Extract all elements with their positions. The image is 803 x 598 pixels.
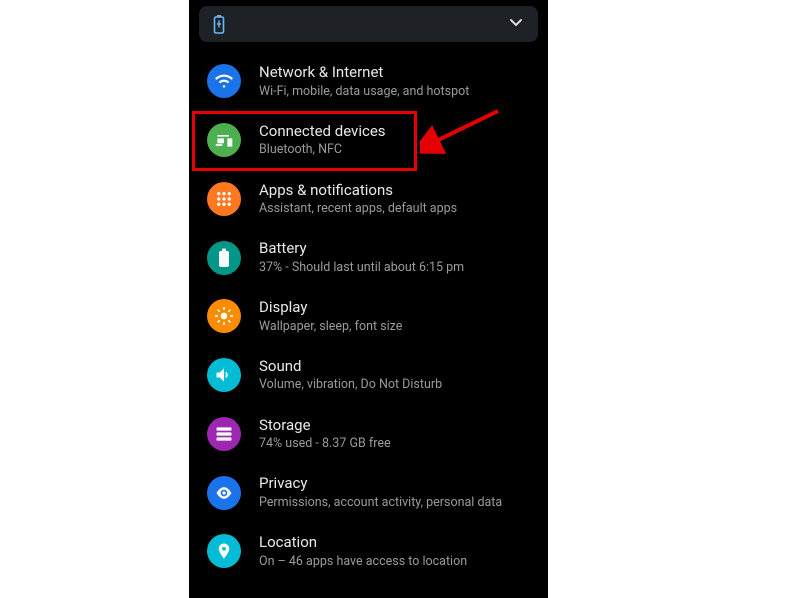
settings-title: Display — [259, 298, 530, 318]
suggestion-banner[interactable] — [199, 6, 538, 42]
settings-title: Privacy — [259, 474, 530, 494]
settings-item-apps[interactable]: Apps & notifications Assistant, recent a… — [189, 170, 548, 229]
settings-item-display[interactable]: Display Wallpaper, sleep, font size — [189, 287, 548, 346]
settings-item-connected[interactable]: Connected devices Bluetooth, NFC — [189, 111, 548, 170]
settings-title: Connected devices — [259, 122, 530, 142]
settings-subtitle: Volume, vibration, Do Not Disturb — [259, 377, 530, 393]
sound-icon — [207, 358, 241, 392]
settings-text: Location On – 46 apps have access to loc… — [259, 533, 530, 570]
chevron-down-icon — [508, 14, 524, 34]
settings-subtitle: Wi-Fi, mobile, data usage, and hotspot — [259, 84, 530, 100]
settings-subtitle: 74% used - 8.37 GB free — [259, 436, 530, 452]
settings-subtitle: Wallpaper, sleep, font size — [259, 319, 530, 335]
settings-subtitle: Bluetooth, NFC — [259, 142, 530, 158]
settings-text: Network & Internet Wi-Fi, mobile, data u… — [259, 63, 530, 100]
settings-subtitle: 37% - Should last until about 6:15 pm — [259, 260, 530, 276]
location-icon — [207, 534, 241, 568]
settings-item-network[interactable]: Network & Internet Wi-Fi, mobile, data u… — [189, 52, 548, 111]
settings-text: Storage 74% used - 8.37 GB free — [259, 416, 530, 453]
settings-subtitle: On – 46 apps have access to location — [259, 554, 530, 570]
settings-title: Storage — [259, 416, 530, 436]
settings-text: Sound Volume, vibration, Do Not Disturb — [259, 357, 530, 394]
settings-item-privacy[interactable]: Privacy Permissions, account activity, p… — [189, 463, 548, 522]
devices-icon — [207, 123, 241, 157]
settings-subtitle: Permissions, account activity, personal … — [259, 495, 530, 511]
privacy-icon — [207, 476, 241, 510]
display-icon — [207, 299, 241, 333]
settings-title: Apps & notifications — [259, 181, 530, 201]
settings-title: Location — [259, 533, 530, 553]
android-settings-screen: Network & Internet Wi-Fi, mobile, data u… — [189, 0, 548, 598]
settings-text: Connected devices Bluetooth, NFC — [259, 122, 530, 159]
battery-outline-icon — [213, 14, 225, 34]
wifi-icon — [207, 64, 241, 98]
settings-title: Battery — [259, 239, 530, 259]
settings-item-location[interactable]: Location On – 46 apps have access to loc… — [189, 522, 548, 581]
storage-icon — [207, 417, 241, 451]
settings-subtitle: Assistant, recent apps, default apps — [259, 201, 530, 217]
settings-title: Network & Internet — [259, 63, 530, 83]
settings-item-battery[interactable]: Battery 37% - Should last until about 6:… — [189, 228, 548, 287]
apps-icon — [207, 182, 241, 216]
settings-item-storage[interactable]: Storage 74% used - 8.37 GB free — [189, 405, 548, 464]
settings-text: Apps & notifications Assistant, recent a… — [259, 181, 530, 218]
settings-text: Privacy Permissions, account activity, p… — [259, 474, 530, 511]
settings-text: Battery 37% - Should last until about 6:… — [259, 239, 530, 276]
settings-item-sound[interactable]: Sound Volume, vibration, Do Not Disturb — [189, 346, 548, 405]
settings-text: Display Wallpaper, sleep, font size — [259, 298, 530, 335]
battery-icon — [207, 241, 241, 275]
settings-title: Sound — [259, 357, 530, 377]
